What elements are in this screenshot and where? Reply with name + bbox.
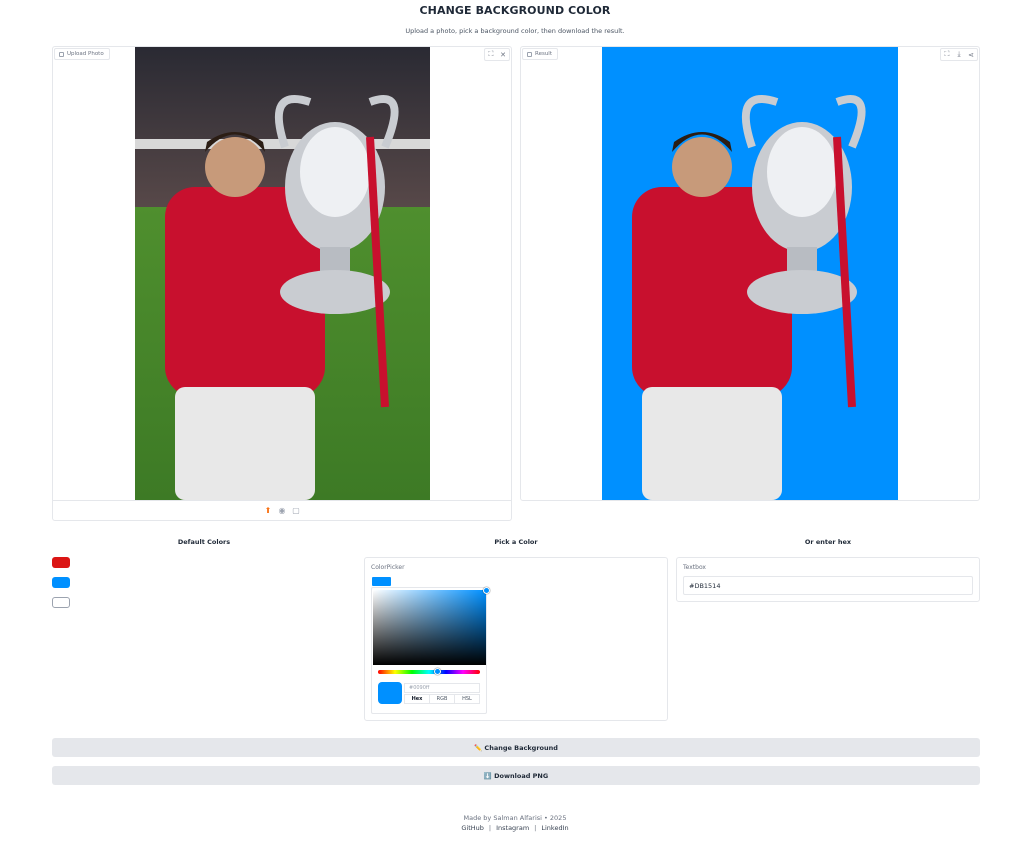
upload-source-bar: ⬆ ◉ ▢ (53, 500, 511, 520)
picker-hex-field[interactable]: #0090ff (404, 683, 480, 693)
hue-thumb[interactable] (434, 668, 441, 675)
mode-hex[interactable]: Hex (405, 695, 430, 703)
hex-textbox-block: Textbox (676, 557, 980, 602)
image-icon (59, 51, 64, 57)
hue-slider[interactable] (378, 668, 480, 675)
pick-color-heading: Pick a Color (494, 538, 538, 546)
change-background-button[interactable]: ✏️ Change Background (52, 738, 980, 757)
page-subtitle: Upload a photo, pick a background color,… (405, 27, 625, 35)
instagram-link[interactable]: Instagram (496, 824, 529, 832)
swatch-white[interactable] (52, 597, 70, 608)
download-icon[interactable]: ⤓ (953, 49, 965, 60)
expand-icon[interactable]: ⛶ (941, 49, 953, 60)
image-icon (527, 51, 532, 57)
result-photo (602, 47, 898, 500)
enter-hex-heading: Or enter hex (804, 538, 852, 546)
swatch-red[interactable] (52, 557, 70, 568)
swatch-blue[interactable] (52, 577, 70, 588)
expand-icon[interactable]: ⛶ (485, 49, 497, 60)
upload-toolbar: ⛶ ✕ (484, 48, 510, 61)
saturation-value-area[interactable] (373, 587, 490, 665)
result-toolbar: ⛶ ⤓ ⋖ (940, 48, 978, 61)
upload-icon[interactable]: ⬆ (264, 506, 272, 515)
webcam-icon[interactable]: ◉ (278, 506, 286, 515)
result-label: Result (522, 48, 558, 60)
page-title: CHANGE BACKGROUND COLOR (419, 4, 611, 17)
result-panel: Result ⛶ ⤓ ⋖ (520, 46, 980, 501)
upload-photo-panel[interactable]: Upload Photo ⛶ ✕ ⬆ ◉ ▢ (52, 46, 512, 521)
color-picker-popover: #0090ff Hex RGB HSL (371, 587, 490, 714)
default-colors-heading: Default Colors (177, 538, 231, 546)
color-picker-block: ColorPicker #0090ff Hex RGB HSL (364, 557, 668, 721)
footer-links: GitHub | Instagram | LinkedIn (461, 824, 569, 832)
github-link[interactable]: GitHub (461, 824, 484, 832)
mode-hsl[interactable]: HSL (455, 695, 479, 703)
uploaded-photo (135, 47, 430, 500)
linkedin-link[interactable]: LinkedIn (541, 824, 568, 832)
close-icon[interactable]: ✕ (497, 49, 509, 60)
color-mode-tabs: Hex RGB HSL (404, 694, 480, 704)
saturation-thumb[interactable] (483, 587, 490, 594)
clipboard-icon[interactable]: ▢ (292, 506, 300, 515)
mode-rgb[interactable]: RGB (430, 695, 455, 703)
textbox-label: Textbox (683, 564, 706, 571)
download-png-button[interactable]: ⬇️ Download PNG (52, 766, 980, 785)
color-picker-toggle[interactable] (372, 577, 391, 586)
footer-credit: Made by Salman Alfarisi • 2025 (463, 814, 567, 822)
hex-input[interactable] (683, 576, 973, 595)
upload-photo-label: Upload Photo (54, 48, 110, 60)
color-preview (378, 682, 402, 704)
color-picker-label: ColorPicker (371, 564, 405, 571)
share-icon[interactable]: ⋖ (965, 49, 977, 60)
